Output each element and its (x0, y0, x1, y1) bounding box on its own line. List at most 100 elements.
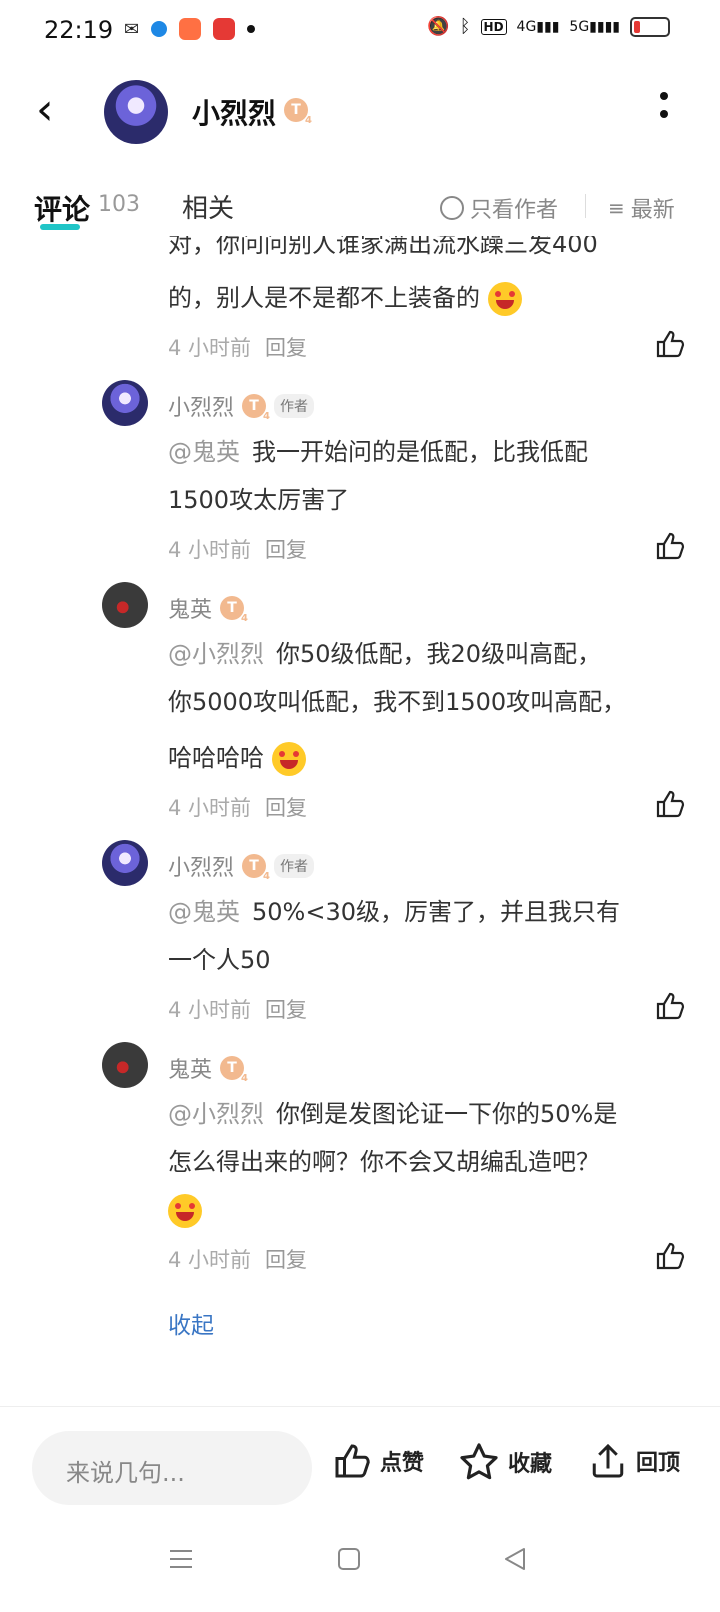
comment-user: 小烈烈 T 作者 (168, 390, 315, 422)
level-badge-icon: T (242, 854, 270, 882)
username[interactable]: 小烈烈 (168, 390, 234, 422)
back-button[interactable]: ‹ (36, 88, 54, 132)
level-badge-icon: T (242, 394, 270, 422)
username[interactable]: 鬼英 (168, 592, 212, 624)
reply-button[interactable]: 回复 (265, 994, 307, 1024)
hd-icon: HD (480, 18, 507, 35)
mention-link[interactable]: @小烈烈 (168, 1100, 264, 1128)
comment-text: @鬼英 我一开始问的是低配，比我低配 (168, 438, 588, 466)
reply-button[interactable]: 回复 (265, 792, 307, 822)
comment-meta: 4 小时前 回复 (168, 994, 307, 1024)
back-to-top-button[interactable]: 回顶 (588, 1441, 680, 1481)
level-badge-icon: T (284, 98, 312, 126)
bottom-action-bar: 来说几句... 点赞 收藏 回顶 (0, 1406, 720, 1519)
comment-meta: 4 小时前 回复 (168, 792, 307, 822)
comment-time: 4 小时前 (168, 1248, 252, 1272)
comment-text: 一个人50 (168, 946, 271, 974)
comment-text (168, 1186, 202, 1234)
comment-thread: 对，你问问别人谁家满出流水躁三发400 的，别人是不是都不上装备的 4 小时前 … (0, 236, 720, 1406)
notification-icons: ✉ (124, 18, 256, 40)
menu-icon[interactable] (168, 1546, 194, 1572)
mute-icon: 🔕 (427, 16, 450, 37)
sort-latest-button[interactable]: ≡ 最新 (608, 192, 675, 224)
comment-text: 你5000攻叫低配，我不到1500攻叫高配， (168, 688, 627, 716)
comment-text: 怎么得出来的啊？你不会又胡编乱造吧？ (168, 1148, 600, 1176)
comment-input[interactable]: 来说几句... (32, 1431, 312, 1505)
tab-related[interactable]: 相关 (182, 188, 234, 225)
author-tag: 作者 (274, 854, 315, 878)
sort-label: 最新 (630, 198, 675, 223)
page-title: 小烈烈 (192, 97, 277, 130)
status-bar: 22:19 ✉ 🔕 ᛒ HD 4G▮▮▮ 5G▮▮▮▮ (0, 0, 720, 64)
comment-text: @小烈烈 你50级低配，我20级叫高配， (168, 640, 602, 668)
app-icon-orange (179, 18, 202, 40)
comment-text: 哈哈哈哈 (168, 734, 306, 782)
tab-comments[interactable]: 评论 (34, 188, 90, 228)
comment-text: @鬼英 50%<30级，厉害了，并且我只有 (168, 898, 620, 926)
system-icons: 🔕 ᛒ HD 4G▮▮▮ 5G▮▮▮▮ (427, 16, 670, 37)
reply-button[interactable]: 回复 (265, 534, 307, 564)
like-icon[interactable] (654, 1240, 686, 1272)
avatar[interactable] (102, 840, 148, 886)
app-icon-red (213, 18, 236, 40)
home-square-icon[interactable] (336, 1546, 362, 1572)
top-header: ‹ 小烈烈 T (0, 64, 720, 164)
avatar[interactable] (102, 582, 148, 628)
more-notifications-icon (247, 25, 256, 33)
collapse-replies-button[interactable]: 收起 (168, 1306, 214, 1340)
username[interactable]: 鬼英 (168, 1052, 212, 1084)
comment-tabs: 评论 103 相关 只看作者 ≡ 最新 (0, 180, 720, 236)
thumbs-up-icon (335, 1444, 370, 1478)
avatar[interactable] (102, 380, 148, 426)
comment-count: 103 (98, 192, 140, 217)
comment-input-placeholder: 来说几句... (66, 1459, 185, 1487)
like-button[interactable]: 点赞 (332, 1441, 424, 1481)
laughing-emoji-icon (168, 1194, 202, 1228)
reply-button[interactable]: 回复 (265, 1244, 307, 1274)
mention-link[interactable]: @鬼英 (168, 438, 240, 466)
comment-time: 4 小时前 (168, 336, 252, 360)
author-tag: 作者 (274, 394, 315, 418)
author-only-filter[interactable]: 只看作者 (440, 192, 558, 224)
mention-link[interactable]: @鬼英 (168, 898, 240, 926)
wechat-icon: ✉ (124, 18, 140, 40)
favorite-label: 收藏 (508, 1452, 553, 1477)
system-nav-bar (0, 1518, 720, 1612)
status-time: 22:19 (44, 16, 114, 44)
username[interactable]: 小烈烈 (168, 850, 234, 882)
avatar[interactable] (104, 80, 168, 144)
like-icon[interactable] (654, 328, 686, 360)
upload-arrow-icon (592, 1443, 624, 1478)
author-only-label: 只看作者 (470, 198, 559, 223)
more-menu-icon[interactable] (660, 92, 670, 118)
comment-user: 小烈烈 T 作者 (168, 850, 315, 882)
reply-button[interactable]: 回复 (265, 332, 307, 362)
like-icon[interactable] (654, 788, 686, 820)
like-icon[interactable] (654, 990, 686, 1022)
comment-text: 的，别人是不是都不上装备的 (168, 274, 522, 322)
tab-active-indicator (40, 224, 80, 230)
back-to-top-label: 回顶 (636, 1451, 681, 1476)
app-icon-blue (151, 21, 168, 37)
back-triangle-icon[interactable] (502, 1546, 528, 1572)
avatar[interactable] (102, 1042, 148, 1088)
laughing-emoji-icon (487, 282, 522, 316)
like-icon[interactable] (654, 530, 686, 562)
battery-icon (630, 16, 670, 37)
comment-user: 鬼英 T (168, 592, 248, 624)
like-label: 点赞 (380, 1451, 425, 1476)
favorite-button[interactable]: 收藏 (458, 1441, 552, 1483)
bluetooth-icon: ᛒ (459, 16, 471, 37)
laughing-emoji-icon (271, 742, 306, 776)
sort-icon: ≡ (608, 196, 625, 220)
comment-meta: 4 小时前 回复 (168, 534, 307, 564)
comment-user: 鬼英 T (168, 1052, 248, 1084)
comment-meta: 4 小时前 回复 (168, 332, 307, 362)
signal-4g-icon: 4G▮▮▮ (516, 18, 560, 35)
comment-text: @小烈烈 你倒是发图论证一下你的50%是 (168, 1100, 618, 1128)
level-badge-icon: T (220, 596, 248, 624)
comment-time: 4 小时前 (168, 998, 252, 1022)
mention-link[interactable]: @小烈烈 (168, 640, 264, 668)
comment-meta: 4 小时前 回复 (168, 1244, 307, 1274)
signal-5g-icon: 5G▮▮▮▮ (569, 18, 620, 35)
